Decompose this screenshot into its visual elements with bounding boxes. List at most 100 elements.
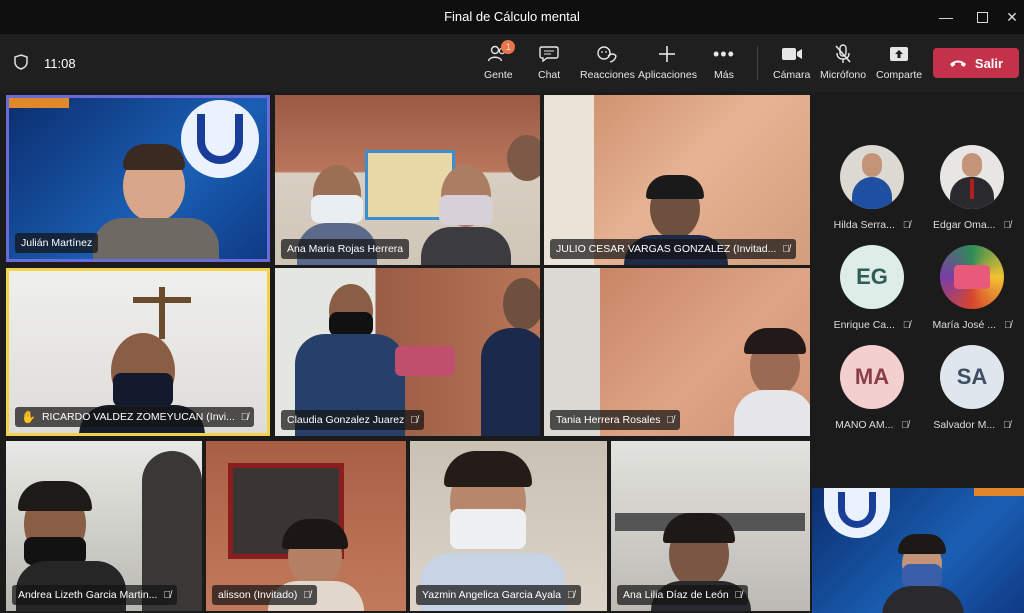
- participant-card[interactable]: EG Enrique Ca... 🎙̸: [822, 245, 922, 331]
- participant-name-tag: Ana Maria Rojas Herrera: [281, 239, 410, 259]
- face-mask: [113, 373, 173, 407]
- mic-muted-icon: 🎙̸: [240, 411, 249, 423]
- participant-name: MANO AM...: [835, 419, 894, 431]
- participant-hair: [663, 513, 735, 543]
- mic-muted-icon: 🎙̸: [734, 589, 743, 601]
- participant-card[interactable]: Edgar Oma... 🎙̸: [922, 145, 1022, 231]
- toolbar-divider: [757, 46, 758, 80]
- participant-name-tag: Ana Lilia Díaz de León 🎙̸: [617, 585, 749, 605]
- avatar-initials: MA: [854, 364, 890, 389]
- avatar: MA: [840, 345, 904, 409]
- participants-side-panel: Hilda Serra... 🎙̸ Edgar Oma... 🎙̸ EG Enriq…: [812, 92, 1024, 486]
- camera-icon: [781, 42, 803, 66]
- title-bar: Final de Cálculo mental — ✕: [0, 0, 1024, 34]
- video-tile-ana-maria[interactable]: Ana Maria Rojas Herrera: [275, 95, 540, 265]
- participant-name-tag: alisson (Invitado) 🎙̸: [212, 585, 317, 605]
- maximize-button[interactable]: [970, 5, 994, 29]
- close-icon: ✕: [1006, 8, 1018, 25]
- camera-button[interactable]: Cámara: [773, 42, 810, 86]
- people-button[interactable]: 1 Gente: [484, 40, 516, 86]
- chat-label: Chat: [538, 69, 561, 81]
- participant-card[interactable]: MA MANO AM... 🎙̸: [822, 345, 922, 431]
- avatar-initials: SA: [956, 364, 988, 389]
- camera-label: Cámara: [773, 69, 811, 81]
- video-tile-tania[interactable]: Tania Herrera Rosales 🎙̸: [544, 268, 810, 436]
- window-title: Final de Cálculo mental: [444, 9, 580, 24]
- participant-name: Salvador M...: [933, 419, 996, 431]
- participant-name-tag: Andrea Lizeth Garcia Martin... 🎙̸: [12, 585, 177, 605]
- people-label: Gente: [484, 69, 513, 81]
- avatar: [840, 145, 904, 209]
- phone-hangup-icon: [949, 60, 966, 67]
- mic-muted-icon: 🎙̸: [902, 219, 911, 231]
- participant-card[interactable]: María José ... 🎙̸: [922, 245, 1022, 331]
- video-tile-julio[interactable]: JULIO CESAR VARGAS GONZALEZ (Invitad... 🎙…: [544, 95, 810, 265]
- participant-hair: [744, 328, 806, 354]
- people-icon: 1: [487, 40, 516, 66]
- participant-hair: [444, 451, 532, 487]
- participant-hair: [646, 175, 704, 199]
- face-mask: [450, 509, 526, 549]
- minimize-icon: —: [939, 9, 953, 25]
- video-tile-alisson[interactable]: alisson (Invitado) 🎙̸: [206, 441, 406, 611]
- participant-name: Tania Herrera Rosales: [556, 414, 661, 426]
- flowers-decoration: [395, 346, 455, 376]
- participant-body: [481, 328, 540, 436]
- participant-name: Yazmin Angelica Garcia Ayala: [422, 589, 562, 601]
- mic-muted-icon: 🎙̸: [567, 589, 575, 601]
- share-button[interactable]: Comparte: [876, 42, 922, 86]
- share-label: Comparte: [876, 69, 923, 81]
- reactions-button[interactable]: Reacciones: [580, 42, 635, 86]
- video-tile-andrea[interactable]: Andrea Lizeth Garcia Martin... 🎙̸: [6, 441, 202, 611]
- mic-button[interactable]: Micrófono: [820, 42, 866, 86]
- video-tile-yazmin[interactable]: Yazmin Angelica Garcia Ayala 🎙̸: [410, 441, 607, 611]
- participant-name-tag: Tania Herrera Rosales 🎙̸: [550, 410, 680, 430]
- mic-muted-icon: 🎙̸: [1004, 319, 1012, 331]
- avatar-initials: EG: [856, 264, 888, 289]
- video-tile-ana-lilia[interactable]: Ana Lilia Díaz de León 🎙̸: [611, 441, 810, 611]
- self-view-video[interactable]: [812, 488, 1024, 613]
- video-tile-claudia[interactable]: Claudia Gonzalez Juarez 🎙̸: [275, 268, 540, 436]
- mic-muted-icon: 🎙̸: [163, 589, 171, 601]
- mic-muted-icon: 🎙̸: [666, 414, 674, 426]
- mic-muted-icon: 🎙̸: [303, 589, 311, 601]
- logo-graphic: [181, 100, 259, 178]
- mic-muted-icon: 🎙̸: [1003, 219, 1011, 231]
- avatar: EG: [840, 245, 904, 309]
- participant-card[interactable]: SA Salvador M... 🎙̸: [922, 345, 1022, 431]
- mic-muted-icon: [834, 42, 852, 66]
- chat-icon: [539, 42, 559, 66]
- reactions-icon: [596, 42, 618, 66]
- more-button[interactable]: ••• Más: [713, 42, 735, 86]
- participant-face: [503, 278, 540, 330]
- participant-name-tag: Yazmin Angelica Garcia Ayala 🎙̸: [416, 585, 581, 605]
- participant-name: Ana Lilia Díaz de León: [623, 589, 729, 601]
- share-icon: [889, 42, 909, 66]
- maximize-icon: [976, 11, 988, 23]
- more-icon: •••: [713, 43, 735, 64]
- participant-name: Andrea Lizeth Garcia Martin...: [18, 589, 158, 601]
- face-mask: [311, 195, 363, 223]
- participant-body: [93, 218, 219, 259]
- shield-icon[interactable]: [14, 54, 28, 70]
- mic-muted-icon: 🎙̸: [782, 243, 790, 255]
- plus-icon: [658, 42, 676, 66]
- crucifix-bar: [133, 297, 191, 303]
- mic-muted-icon: 🎙̸: [1003, 419, 1011, 431]
- chat-button[interactable]: Chat: [538, 42, 560, 86]
- participant-body: [421, 227, 511, 265]
- apps-button[interactable]: Aplicaciones: [638, 42, 697, 86]
- video-tile-julian[interactable]: Julián Martínez: [6, 95, 270, 262]
- close-button[interactable]: ✕: [1000, 5, 1024, 29]
- leave-button[interactable]: Salir: [933, 48, 1019, 78]
- participant-hair: [123, 144, 185, 170]
- participant-name-tag: Julián Martínez: [15, 233, 99, 253]
- participant-name: Enrique Ca...: [833, 319, 895, 331]
- participant-card[interactable]: Hilda Serra... 🎙̸: [822, 145, 922, 231]
- video-tile-ricardo[interactable]: ✋ RICARDO VALDEZ ZOMEYUCAN (Invi... 🎙̸: [6, 268, 270, 436]
- leave-label: Salir: [974, 55, 1004, 71]
- minimize-button[interactable]: —: [934, 5, 958, 29]
- mic-label: Micrófono: [820, 69, 867, 81]
- participant-body: [734, 390, 810, 436]
- participant-body: [882, 586, 964, 613]
